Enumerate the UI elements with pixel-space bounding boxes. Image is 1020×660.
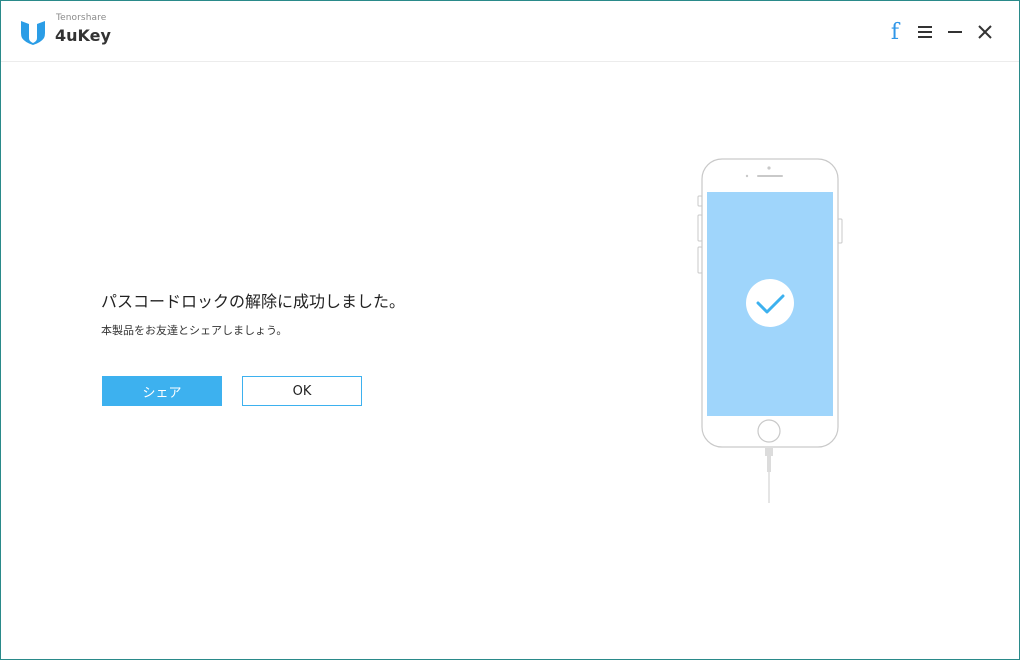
app-window: Tenorshare 4uKey f パスコードロックの解除に成功しました。 本… xyxy=(0,0,1020,660)
check-circle xyxy=(746,279,794,327)
phone-speaker xyxy=(757,175,783,177)
share-button[interactable]: シェア xyxy=(102,376,222,406)
brand-product-name: 4uKey xyxy=(55,26,111,45)
phone-illustration xyxy=(697,158,843,503)
phone-camera xyxy=(767,166,771,170)
success-message: パスコードロックの解除に成功しました。 xyxy=(101,292,406,311)
minimize-icon xyxy=(948,31,962,33)
cable-plug xyxy=(767,456,771,472)
phone-sensor xyxy=(745,174,749,178)
facebook-icon: f xyxy=(890,19,900,45)
app-logo-icon xyxy=(21,21,45,45)
close-icon xyxy=(978,25,992,39)
cable-connector xyxy=(765,448,773,456)
title-bar: Tenorshare 4uKey f xyxy=(1,1,1019,62)
ok-button[interactable]: OK xyxy=(242,376,362,406)
brand-company: Tenorshare xyxy=(56,13,107,23)
minimize-button[interactable] xyxy=(943,20,967,44)
facebook-button[interactable]: f xyxy=(883,19,907,45)
menu-button[interactable] xyxy=(913,20,937,44)
phone-home-button xyxy=(757,419,781,443)
share-prompt: 本製品をお友達とシェアしましょう。 xyxy=(101,324,288,337)
close-button[interactable] xyxy=(973,20,997,44)
menu-icon xyxy=(918,26,932,38)
